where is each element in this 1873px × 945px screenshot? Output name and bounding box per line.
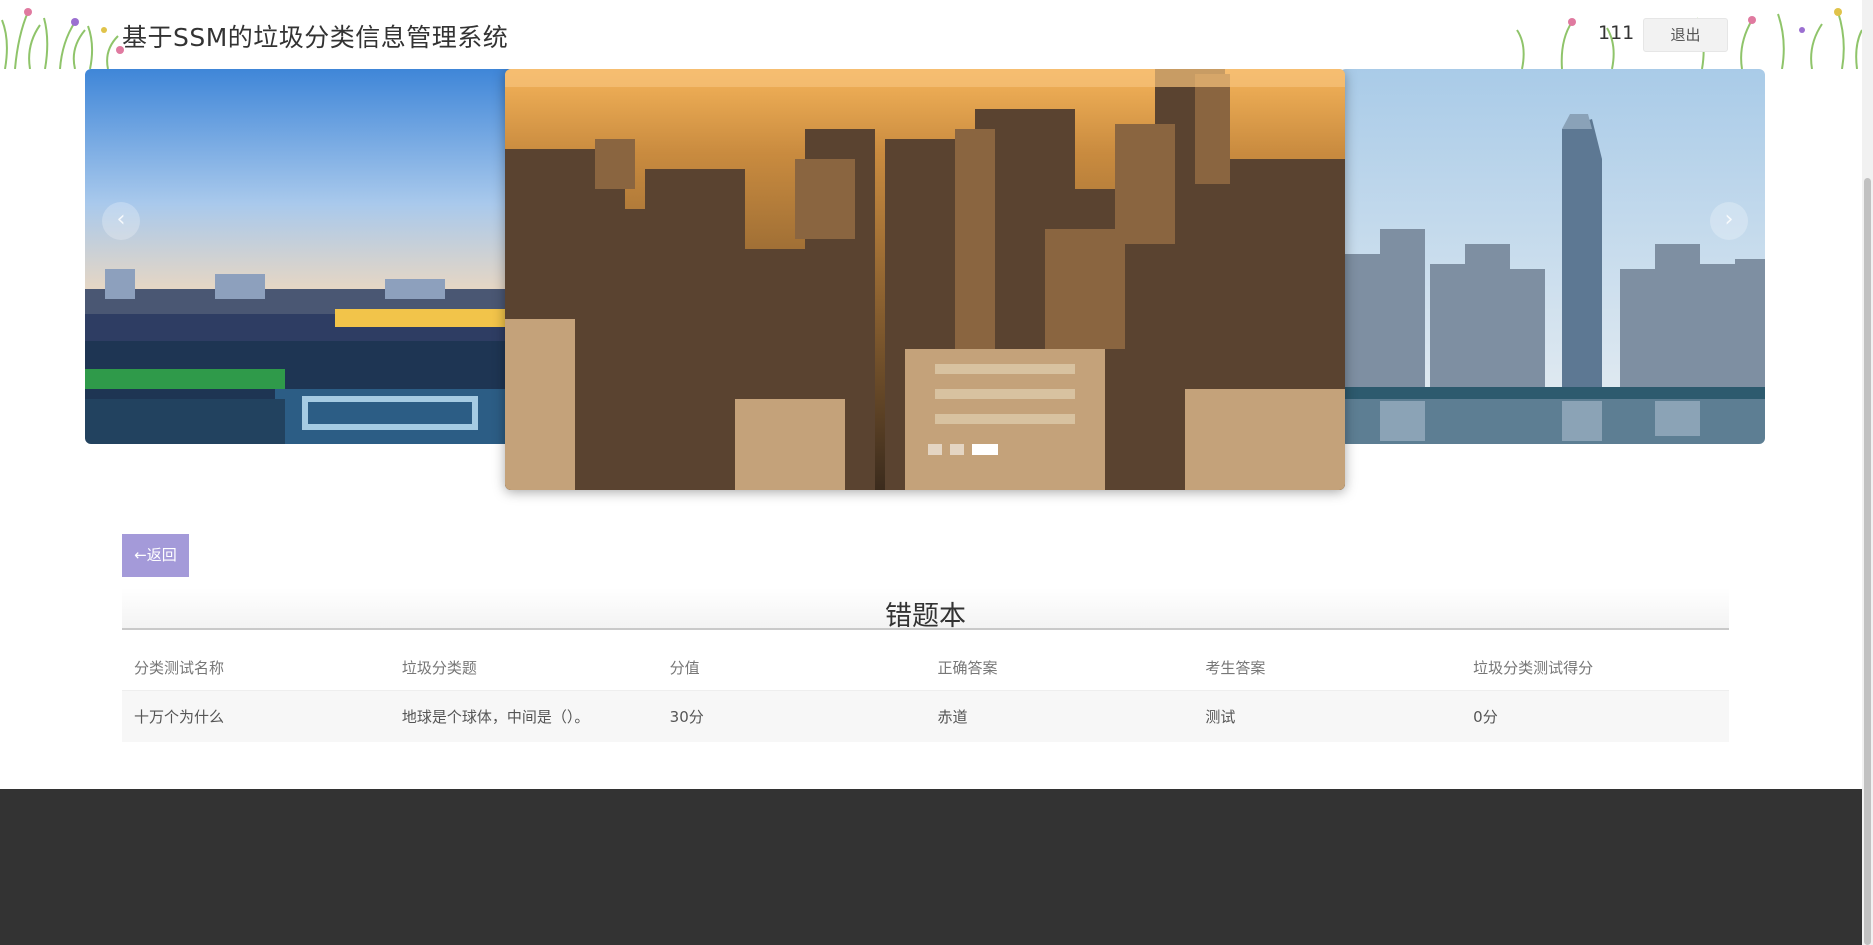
carousel-slide-right[interactable] <box>1340 69 1765 444</box>
table-cell: 地球是个球体，中间是（）。 <box>389 689 658 742</box>
city-skyline-water-image <box>1340 69 1765 444</box>
table-cell: 赤道 <box>925 689 1194 742</box>
table-cell: 30分 <box>657 689 926 742</box>
table-cell: 测试 <box>1193 689 1462 742</box>
column-header: 分值 <box>657 645 926 690</box>
logout-button[interactable]: 退出 <box>1643 18 1728 52</box>
carousel-dot-active[interactable] <box>972 444 998 455</box>
section-title-bar: 错题本 <box>122 588 1729 632</box>
image-carousel: ‹ › <box>0 69 1862 499</box>
back-button[interactable]: ←返回 <box>122 534 189 577</box>
carousel-dot[interactable] <box>950 444 964 455</box>
chevron-right-icon: › <box>1724 207 1734 232</box>
carousel-slide-left[interactable] <box>85 69 515 444</box>
table-row: 十万个为什么 地球是个球体，中间是（）。 30分 赤道 测试 0分 <box>122 689 1729 742</box>
username-label[interactable]: 111 <box>1598 22 1634 44</box>
table-header-row: 分类测试名称 垃圾分类题 分值 正确答案 考生答案 垃圾分类测试得分 <box>122 645 1729 690</box>
column-header: 正确答案 <box>925 645 1194 690</box>
column-header: 考生答案 <box>1193 645 1462 690</box>
carousel-indicators <box>928 444 998 455</box>
table-cell: 0分 <box>1461 689 1729 742</box>
carousel-prev-button[interactable]: ‹ <box>102 202 140 240</box>
top-header: 基于SSM的垃圾分类信息管理系统 111 退出 <box>0 0 1862 69</box>
scrollbar-thumb[interactable] <box>1864 178 1871 945</box>
chevron-left-icon: ‹ <box>116 207 126 232</box>
table-cell: 十万个为什么 <box>122 689 390 742</box>
page-footer <box>0 789 1862 945</box>
carousel-dot[interactable] <box>928 444 942 455</box>
carousel-slide-active[interactable] <box>505 69 1345 490</box>
page-scrollbar[interactable] <box>1862 0 1873 945</box>
carousel-next-button[interactable]: › <box>1710 202 1748 240</box>
column-header: 垃圾分类题 <box>389 645 658 690</box>
site-title: 基于SSM的垃圾分类信息管理系统 <box>122 23 509 52</box>
city-river-night-image <box>85 69 515 444</box>
wrong-questions-table: 分类测试名称 垃圾分类题 分值 正确答案 考生答案 垃圾分类测试得分 十万个为什… <box>122 645 1729 742</box>
section-title: 错题本 <box>885 601 966 632</box>
city-sunset-skyscrapers-image <box>505 69 1345 490</box>
column-header: 垃圾分类测试得分 <box>1461 645 1729 690</box>
column-header: 分类测试名称 <box>122 645 390 690</box>
